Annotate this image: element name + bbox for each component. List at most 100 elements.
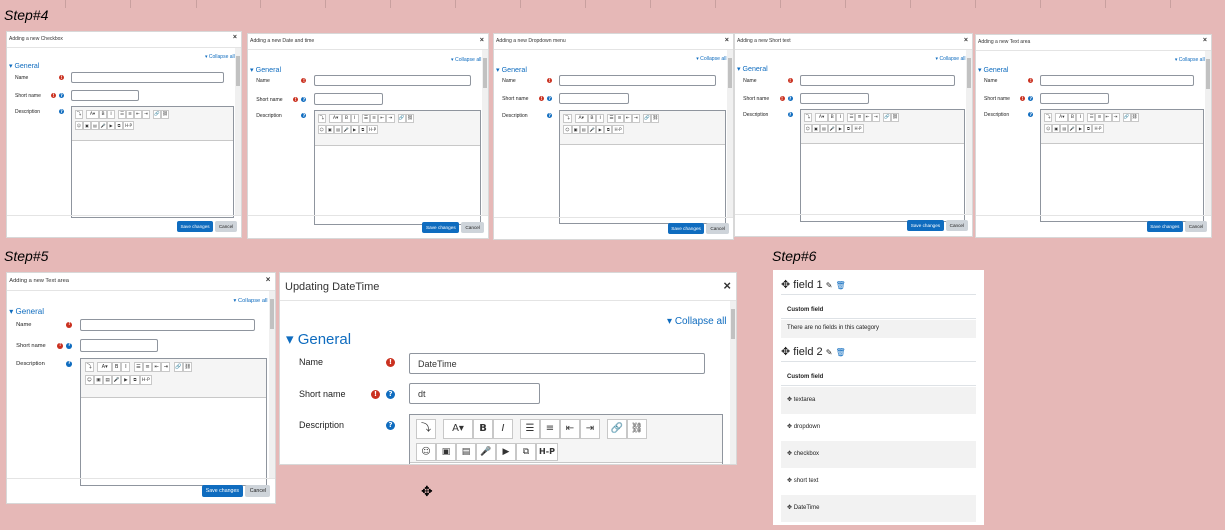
- link-icon[interactable]: 🔗: [1122, 113, 1131, 123]
- font-style-icon[interactable]: A▾: [814, 112, 829, 123]
- outdent-icon[interactable]: ⇤: [378, 113, 387, 124]
- italic-icon[interactable]: I: [493, 419, 513, 439]
- toolbar-toggle-icon[interactable]: ⤵: [317, 113, 326, 124]
- unlink-icon[interactable]: ⛓: [1130, 113, 1139, 123]
- help-icon[interactable]: ?: [66, 361, 73, 367]
- media-icon[interactable]: ▤: [334, 125, 343, 135]
- toolbar-toggle-icon[interactable]: ⤵: [563, 113, 572, 123]
- indent-icon[interactable]: ⇥: [871, 112, 880, 123]
- description-editor[interactable]: ⤵ A▾ B I ☰ ≡ ⇤ ⇥ 🔗 ⛓ ☺ ▣ ▤ 🎤 ▶ ⧉ H-P: [409, 414, 723, 464]
- move-icon[interactable]: ✥: [787, 451, 792, 457]
- ordered-list-icon[interactable]: ≡: [369, 113, 379, 124]
- link-icon[interactable]: 🔗: [153, 110, 161, 119]
- unlink-icon[interactable]: ⛓: [161, 110, 169, 119]
- category-name[interactable]: field 2: [793, 346, 822, 358]
- image-icon[interactable]: ▣: [325, 125, 335, 135]
- h5p-icon[interactable]: H-P: [536, 443, 558, 461]
- manage-files-icon[interactable]: ⧉: [516, 443, 536, 461]
- unlink-icon[interactable]: ⛓: [651, 113, 660, 123]
- media-icon[interactable]: ▤: [91, 121, 99, 130]
- collapse-all-link[interactable]: ▾ Collapse all: [451, 57, 481, 63]
- general-section-header[interactable]: ▾ General: [286, 330, 351, 348]
- name-input[interactable]: [1040, 75, 1194, 87]
- record-video-icon[interactable]: ▶: [350, 125, 359, 135]
- indent-icon[interactable]: ⇥: [142, 110, 150, 119]
- help-icon[interactable]: ?: [66, 342, 73, 349]
- outdent-icon[interactable]: ⇤: [1103, 113, 1112, 123]
- cancel-button[interactable]: Cancel: [706, 222, 729, 234]
- bold-icon[interactable]: B: [828, 112, 837, 123]
- manage-files-icon[interactable]: ⧉: [844, 124, 853, 134]
- toolbar-toggle-icon[interactable]: ⤵: [75, 110, 83, 119]
- help-icon[interactable]: ?: [386, 390, 395, 399]
- short-name-input[interactable]: dt: [409, 383, 540, 404]
- image-icon[interactable]: ▣: [1052, 124, 1061, 134]
- ordered-list-icon[interactable]: ≡: [615, 113, 624, 123]
- close-icon[interactable]: ×: [1203, 37, 1207, 44]
- field-row[interactable]: ✥ textarea: [781, 387, 976, 414]
- link-icon[interactable]: 🔗: [173, 362, 184, 373]
- indent-icon[interactable]: ⇥: [580, 419, 600, 439]
- general-section-header[interactable]: ▾ General: [978, 65, 1008, 74]
- field-row[interactable]: ✥ dropdown: [781, 414, 976, 441]
- save-changes-button[interactable]: Save changes: [422, 221, 460, 233]
- ordered-list-icon[interactable]: ≡: [855, 112, 864, 123]
- h5p-icon[interactable]: H-P: [612, 124, 624, 135]
- move-icon[interactable]: ✥: [781, 346, 790, 358]
- cancel-button[interactable]: Cancel: [215, 221, 237, 232]
- record-audio-icon[interactable]: 🎤: [99, 121, 107, 130]
- font-style-icon[interactable]: A▾: [328, 113, 343, 124]
- record-video-icon[interactable]: ▶: [596, 124, 605, 135]
- short-name-input[interactable]: [313, 93, 384, 105]
- bold-icon[interactable]: B: [112, 362, 122, 373]
- help-icon[interactable]: ?: [301, 112, 307, 119]
- collapse-all-link[interactable]: ▾ Collapse all: [234, 298, 268, 304]
- italic-icon[interactable]: I: [107, 110, 115, 119]
- collapse-all-link[interactable]: ▾ Collapse all: [205, 54, 235, 60]
- close-icon[interactable]: ×: [233, 34, 237, 41]
- image-icon[interactable]: ▣: [93, 374, 103, 385]
- unlink-icon[interactable]: ⛓: [890, 112, 900, 123]
- manage-files-icon[interactable]: ⧉: [358, 125, 367, 135]
- description-editor[interactable]: ⤵ A▾ B I ☰ ≡ ⇤ ⇥ 🔗 ⛓ ☺ ▣ ▤ 🎤 ▶ ⧉ H-P: [799, 108, 965, 223]
- media-icon[interactable]: ▤: [1060, 124, 1069, 134]
- h5p-icon[interactable]: H-P: [123, 121, 134, 130]
- unordered-list-icon[interactable]: ☰: [847, 112, 856, 123]
- emoji-icon[interactable]: ☺: [803, 124, 812, 134]
- record-audio-icon[interactable]: 🎤: [112, 374, 122, 385]
- toolbar-toggle-icon[interactable]: ⤵: [416, 419, 436, 439]
- short-name-input[interactable]: [80, 339, 158, 352]
- move-icon[interactable]: ✥: [787, 478, 792, 484]
- outdent-icon[interactable]: ⇤: [623, 113, 632, 123]
- short-name-input[interactable]: [799, 92, 869, 104]
- unordered-list-icon[interactable]: ☰: [118, 110, 126, 119]
- cancel-button[interactable]: Cancel: [245, 484, 271, 498]
- italic-icon[interactable]: I: [1076, 113, 1085, 123]
- h5p-icon[interactable]: H-P: [1092, 124, 1104, 134]
- emoji-icon[interactable]: ☺: [1044, 124, 1053, 134]
- ordered-list-icon[interactable]: ≡: [142, 362, 153, 373]
- description-editor[interactable]: ⤵ A▾ B I ☰ ≡ ⇤ ⇥ 🔗 ⛓ ☺ ▣ ▤ 🎤 ▶ ⧉ H-P: [80, 357, 267, 486]
- record-audio-icon[interactable]: 🎤: [587, 124, 597, 135]
- manage-files-icon[interactable]: ⧉: [130, 374, 140, 385]
- ordered-list-icon[interactable]: ≡: [1095, 113, 1104, 123]
- move-icon[interactable]: ✥: [787, 424, 792, 430]
- general-section-header[interactable]: ▾ General: [250, 65, 281, 74]
- name-input[interactable]: [80, 318, 256, 332]
- collapse-all-link[interactable]: ▾ Collapse all: [1175, 57, 1205, 63]
- emoji-icon[interactable]: ☺: [416, 443, 436, 461]
- link-icon[interactable]: 🔗: [643, 113, 652, 123]
- help-icon[interactable]: ?: [59, 93, 64, 98]
- indent-icon[interactable]: ⇥: [1111, 113, 1120, 123]
- collapse-all-link[interactable]: ▾ Collapse all: [667, 316, 727, 327]
- unlink-icon[interactable]: ⛓: [627, 419, 647, 439]
- outdent-icon[interactable]: ⇤: [863, 112, 872, 123]
- bold-icon[interactable]: B: [342, 113, 351, 124]
- description-editor[interactable]: ⤵ A▾ B I ☰ ≡ ⇤ ⇥ 🔗 ⛓ ☺ ▣ ▤ 🎤 ▶ ⧉ H-P: [313, 109, 481, 225]
- outdent-icon[interactable]: ⇤: [152, 362, 162, 373]
- short-name-input[interactable]: [71, 90, 139, 101]
- outdent-icon[interactable]: ⇤: [560, 419, 580, 439]
- image-icon[interactable]: ▣: [83, 121, 91, 130]
- help-icon[interactable]: ?: [547, 96, 553, 102]
- emoji-icon[interactable]: ☺: [317, 125, 326, 135]
